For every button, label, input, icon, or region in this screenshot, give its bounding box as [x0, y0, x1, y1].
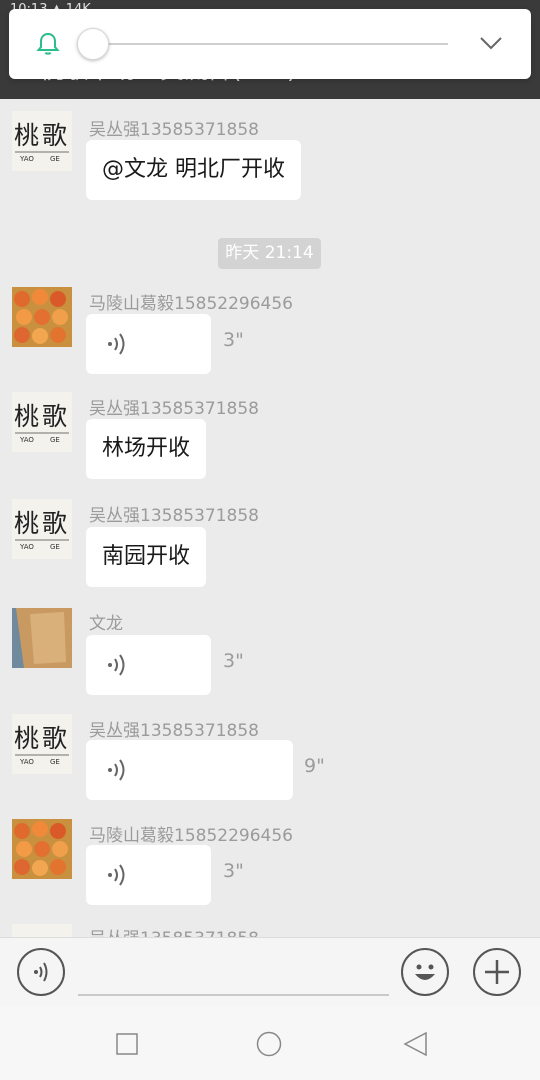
volume-slider-knob[interactable]: [77, 28, 109, 60]
sender-name: 文龙: [89, 614, 123, 634]
voice-message-bubble[interactable]: [86, 845, 211, 905]
voice-duration: 3": [223, 860, 244, 882]
voice-toggle-button[interactable]: [17, 948, 65, 996]
svg-text:歌: 歌: [42, 724, 67, 753]
avatar[interactable]: 桃 歌 YAO GE: [12, 392, 72, 452]
message-text-input[interactable]: [78, 994, 389, 996]
svg-text:歌: 歌: [42, 121, 67, 150]
voice-icon: [34, 962, 48, 982]
svg-text:YAO: YAO: [19, 436, 34, 444]
avatar[interactable]: [12, 819, 72, 879]
sender-name: 吴丛强13585371858: [89, 924, 259, 937]
sender-name: 马陵山葛毅15852296456: [89, 826, 293, 846]
sender-name: 吴丛强13585371858: [89, 120, 259, 140]
triangle-back-icon[interactable]: [402, 1031, 428, 1057]
voice-wave-icon: [108, 333, 125, 355]
svg-text:桃: 桃: [14, 509, 39, 538]
svg-text:YAO: YAO: [19, 543, 34, 551]
sender-name: 吴丛强13585371858: [89, 721, 259, 741]
volume-panel: [9, 9, 531, 79]
voice-message-bubble[interactable]: [86, 740, 293, 800]
voice-message-bubble[interactable]: [86, 314, 211, 374]
emoji-button[interactable]: [401, 948, 449, 996]
message-bubble[interactable]: 南园开收: [86, 527, 207, 587]
message-input-bar: [0, 937, 540, 1007]
avatar[interactable]: [12, 287, 72, 347]
chat-message-list[interactable]: 桃 歌 YAO GE 吴丛强13585371858 @文龙 明北厂开收 昨天 2…: [0, 99, 540, 937]
bell-icon[interactable]: [35, 31, 61, 57]
svg-text:桃: 桃: [14, 121, 39, 150]
svg-text:YAO: YAO: [19, 758, 34, 766]
voice-wave-icon: [108, 864, 125, 886]
plus-icon: [485, 960, 509, 984]
voice-wave-icon: [108, 759, 125, 781]
emoji-icon: [415, 964, 435, 980]
svg-text:歌: 歌: [42, 402, 67, 431]
avatar[interactable]: 桃 歌 YAO GE: [12, 714, 72, 774]
avatar[interactable]: 桃 歌 YAO GE: [12, 499, 72, 559]
avatar[interactable]: [12, 608, 72, 668]
voice-duration: 3": [223, 329, 244, 351]
message-bubble[interactable]: 林场开收: [86, 419, 207, 479]
voice-message-bubble[interactable]: [86, 635, 211, 695]
sender-name: 马陵山葛毅15852296456: [89, 294, 293, 314]
square-icon[interactable]: [114, 1031, 140, 1057]
svg-text:GE: GE: [50, 543, 60, 551]
svg-text:YAO: YAO: [19, 155, 34, 163]
system-nav-bar: [0, 1007, 540, 1080]
voice-duration: 9": [304, 755, 325, 777]
sender-name: 吴丛强13585371858: [89, 506, 259, 526]
voice-duration: 3": [223, 650, 244, 672]
message-bubble[interactable]: @文龙 明北厂开收: [86, 140, 301, 200]
svg-text:GE: GE: [50, 758, 60, 766]
svg-text:桃: 桃: [14, 724, 39, 753]
timestamp-badge: 昨天 21:14: [218, 238, 321, 269]
sender-name: 吴丛强13585371858: [89, 399, 259, 419]
svg-text:桃: 桃: [14, 402, 39, 431]
avatar[interactable]: [12, 924, 72, 937]
svg-text:歌: 歌: [42, 509, 67, 538]
volume-slider-track[interactable]: [101, 43, 448, 45]
plus-button[interactable]: [473, 948, 521, 996]
chevron-down-icon[interactable]: [479, 33, 503, 53]
svg-text:GE: GE: [50, 436, 60, 444]
avatar[interactable]: 桃 歌 YAO GE: [12, 111, 72, 171]
circle-icon[interactable]: [256, 1031, 282, 1057]
voice-wave-icon: [108, 654, 125, 676]
svg-text:GE: GE: [50, 155, 60, 163]
